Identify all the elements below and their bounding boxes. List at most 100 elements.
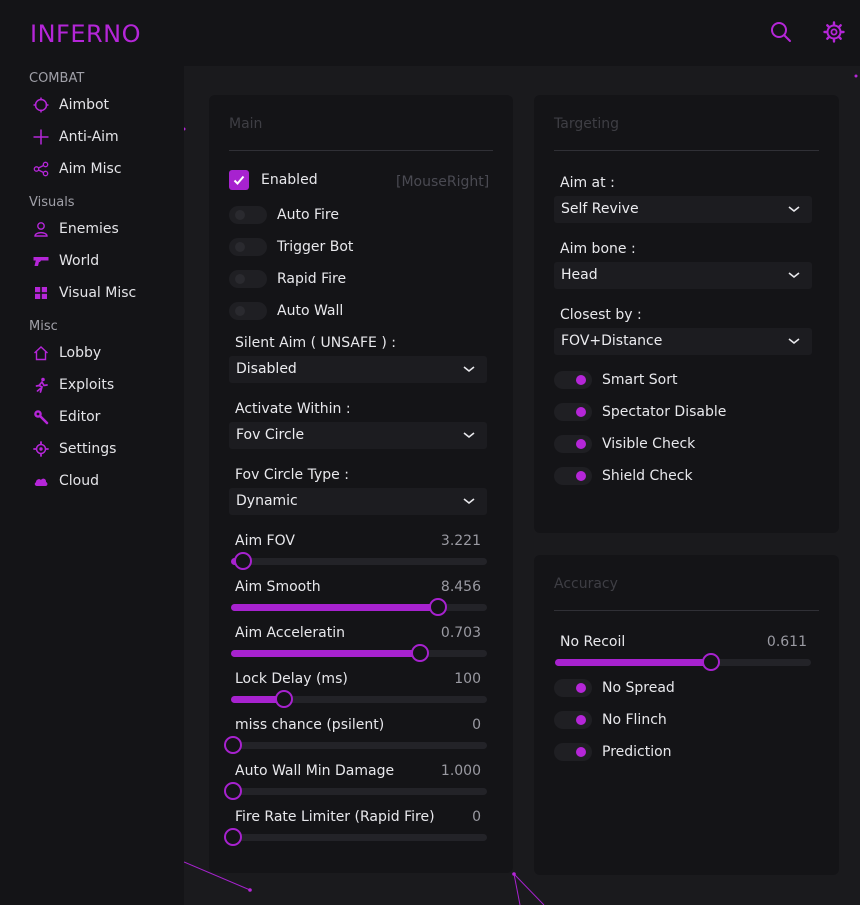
sidebar-item-editor[interactable]: Editor [33,404,183,430]
section-title-visuals: Visuals [29,195,75,210]
lock-delay-slider[interactable] [231,690,487,708]
aim-acceleratin-label: Aim Acceleratin [235,625,345,641]
slider-fill [231,650,418,657]
visible-check-toggle[interactable] [554,435,592,453]
silent-aim-select[interactable]: Disabled [229,356,487,383]
select-value: Head [561,267,598,283]
sidebar-item-cloud[interactable]: Cloud [33,468,183,494]
slider-thumb[interactable] [410,644,429,662]
slider-fill [555,659,709,666]
section-title-misc: Misc [29,319,58,334]
lock-delay-label: Lock Delay (ms) [235,671,348,687]
auto-wall-min-damage-value: 1.000 [440,763,481,779]
no-recoil-value: 0.611 [766,634,807,650]
shield-check-label: Shield Check [602,468,693,484]
aim-fov-label: Aim FOV [235,533,295,549]
sidebar-item-label: Editor [59,409,101,425]
trigger-bot-toggle[interactable] [229,238,267,256]
aim-acceleratin-value: 0.703 [440,625,481,641]
slider-thumb[interactable] [701,653,720,671]
gear-icon[interactable] [822,20,846,44]
aim-fov-slider[interactable] [231,552,487,570]
plus-icon [33,129,49,145]
smart-sort-toggle[interactable] [554,371,592,389]
fire-rate-limiter-label: Fire Rate Limiter (Rapid Fire) [235,809,435,825]
aim-smooth-slider[interactable] [231,598,487,616]
user-icon [33,221,49,237]
auto-wall-label: Auto Wall [277,303,344,319]
sidebar-item-label: Visual Misc [59,285,137,301]
sidebar-item-settings[interactable]: Settings [33,436,183,462]
closest-by-select[interactable]: FOV+Distance [554,328,812,355]
enabled-label: Enabled [261,172,318,188]
sidebar-item-label: Enemies [59,221,119,237]
closest-by-label: Closest by : [560,307,642,323]
trigger-bot-label: Trigger Bot [277,239,354,255]
enabled-checkbox[interactable] [229,170,249,190]
aim-at-select[interactable]: Self Revive [554,196,812,223]
sidebar-item-label: Aim Misc [59,161,122,177]
aim-fov-value: 3.221 [440,533,481,549]
rapid-fire-toggle[interactable] [229,270,267,288]
select-value: Dynamic [236,493,298,509]
sidebar-item-lobby[interactable]: Lobby [33,340,183,366]
sidebar-item-enemies[interactable]: Enemies [33,216,183,242]
no-spread-label: No Spread [602,680,675,696]
sidebar-item-label: Lobby [59,345,102,361]
panel-divider [229,150,493,151]
sidebar-item-anti-aim[interactable]: Anti-Aim [33,124,183,150]
chevron-down-icon [463,498,475,505]
sidebar-item-exploits[interactable]: Exploits [33,372,183,398]
fire-rate-limiter-slider[interactable] [224,828,487,846]
slider-thumb[interactable] [234,552,253,570]
no-recoil-slider[interactable] [555,653,811,671]
search-icon[interactable] [769,20,793,44]
prediction-toggle[interactable] [554,743,592,761]
spectator-disable-label: Spectator Disable [602,404,727,420]
visible-check-label: Visible Check [602,436,696,452]
spectator-disable-toggle[interactable] [554,403,592,421]
keybind-label[interactable]: [MouseRight] [396,174,489,190]
chevron-down-icon [788,338,800,345]
slider-thumb[interactable] [428,598,447,616]
activate-within-label: Activate Within : [235,401,351,417]
content-area: Main Enabled [MouseRight] Auto Fire Trig… [184,66,860,905]
miss-chance-slider[interactable] [224,736,487,754]
slider-thumb[interactable] [224,782,242,800]
aim-bone-select[interactable]: Head [554,262,812,289]
wrench-icon [33,409,49,425]
auto-fire-toggle[interactable] [229,206,267,224]
activate-within-select[interactable]: Fov Circle [229,422,487,449]
fov-circle-type-select[interactable]: Dynamic [229,488,487,515]
sidebar-item-label: Aimbot [59,97,110,113]
top-bar: INFERNO [0,0,860,66]
auto-wall-toggle[interactable] [229,302,267,320]
panel-divider [554,610,819,611]
auto-wall-min-damage-label: Auto Wall Min Damage [235,763,395,779]
sidebar: COMBAT Aimbot Anti-Aim Aim Misc Visuals … [0,66,184,905]
slider-thumb[interactable] [224,828,242,846]
slider-thumb[interactable] [275,690,294,708]
no-recoil-label: No Recoil [560,634,626,650]
slider-thumb[interactable] [224,736,242,754]
shield-check-toggle[interactable] [554,467,592,485]
sidebar-item-world[interactable]: World [33,248,183,274]
select-value: Disabled [236,361,297,377]
panel-title: Accuracy [554,576,618,592]
sidebar-item-aimbot[interactable]: Aimbot [33,92,183,118]
lock-delay-value: 100 [454,671,481,687]
section-title-combat: COMBAT [29,71,85,86]
no-flinch-toggle[interactable] [554,711,592,729]
sidebar-item-visual-misc[interactable]: Visual Misc [33,280,183,306]
auto-fire-label: Auto Fire [277,207,339,223]
auto-wall-min-damage-slider[interactable] [224,782,487,800]
aim-acceleratin-slider[interactable] [231,644,487,662]
targeting-panel: Targeting Aim at : Self Revive Aim bone … [534,95,839,533]
aim-smooth-label: Aim Smooth [235,579,321,595]
no-spread-toggle[interactable] [554,679,592,697]
sidebar-item-aim-misc[interactable]: Aim Misc [33,156,183,182]
prediction-label: Prediction [602,744,672,760]
miss-chance-label: miss chance (psilent) [235,717,385,733]
aim-at-label: Aim at : [560,175,615,191]
running-icon [33,377,49,393]
